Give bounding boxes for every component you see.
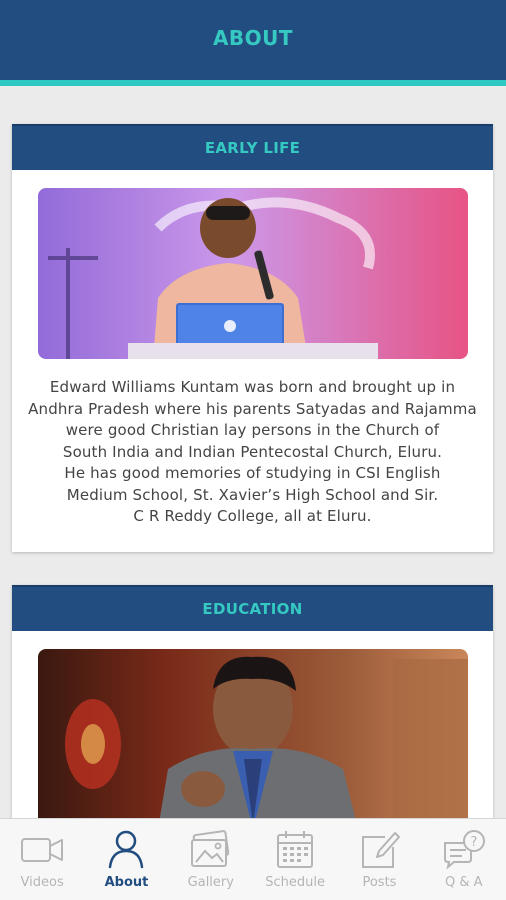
tab-posts[interactable]: Posts — [337, 819, 421, 890]
card-header: EARLY LIFE — [12, 124, 493, 170]
tab-label: About — [104, 875, 149, 890]
tab-label: Gallery — [187, 875, 234, 890]
section-title: EARLY LIFE — [204, 139, 301, 157]
tab-videos[interactable]: Videos — [0, 819, 84, 890]
speaker-photo-image — [37, 188, 468, 359]
gallery-icon — [190, 830, 230, 867]
tab-qa[interactable]: ? Q & A — [422, 819, 506, 890]
tab-gallery[interactable]: Gallery — [169, 819, 253, 890]
section-title: EDUCATION — [202, 600, 303, 618]
question-chat-icon: ? — [443, 830, 485, 869]
person-icon — [109, 830, 144, 869]
speaker-photo — [37, 649, 468, 818]
app-header: ABOUT — [0, 0, 506, 86]
tab-label: Videos — [20, 875, 64, 890]
page-title: ABOUT — [212, 26, 294, 50]
content-scroll-area[interactable]: EARLY LIFE Edward Williams Kuntam was bo… — [0, 92, 506, 818]
bottom-tab-bar: Videos About Gallery Schedule Posts ? Q … — [0, 818, 506, 900]
early-life-text: Edward Williams Kuntam was born and brou… — [28, 378, 477, 525]
tab-label: Q & A — [445, 875, 483, 890]
tab-label: Schedule — [265, 875, 326, 890]
video-camera-icon — [21, 838, 64, 862]
education-card: EDUCATION — [12, 585, 493, 818]
edit-icon — [362, 832, 401, 868]
svg-text:?: ? — [470, 835, 477, 850]
card-header: EDUCATION — [12, 585, 493, 631]
speaker-photo — [37, 188, 468, 359]
tab-schedule[interactable]: Schedule — [253, 819, 337, 890]
calendar-icon — [277, 831, 314, 868]
speaker-photo-image — [37, 649, 468, 818]
tab-about[interactable]: About — [84, 819, 168, 890]
early-life-card: EARLY LIFE Edward Williams Kuntam was bo… — [12, 124, 493, 552]
tab-label: Posts — [362, 875, 397, 890]
